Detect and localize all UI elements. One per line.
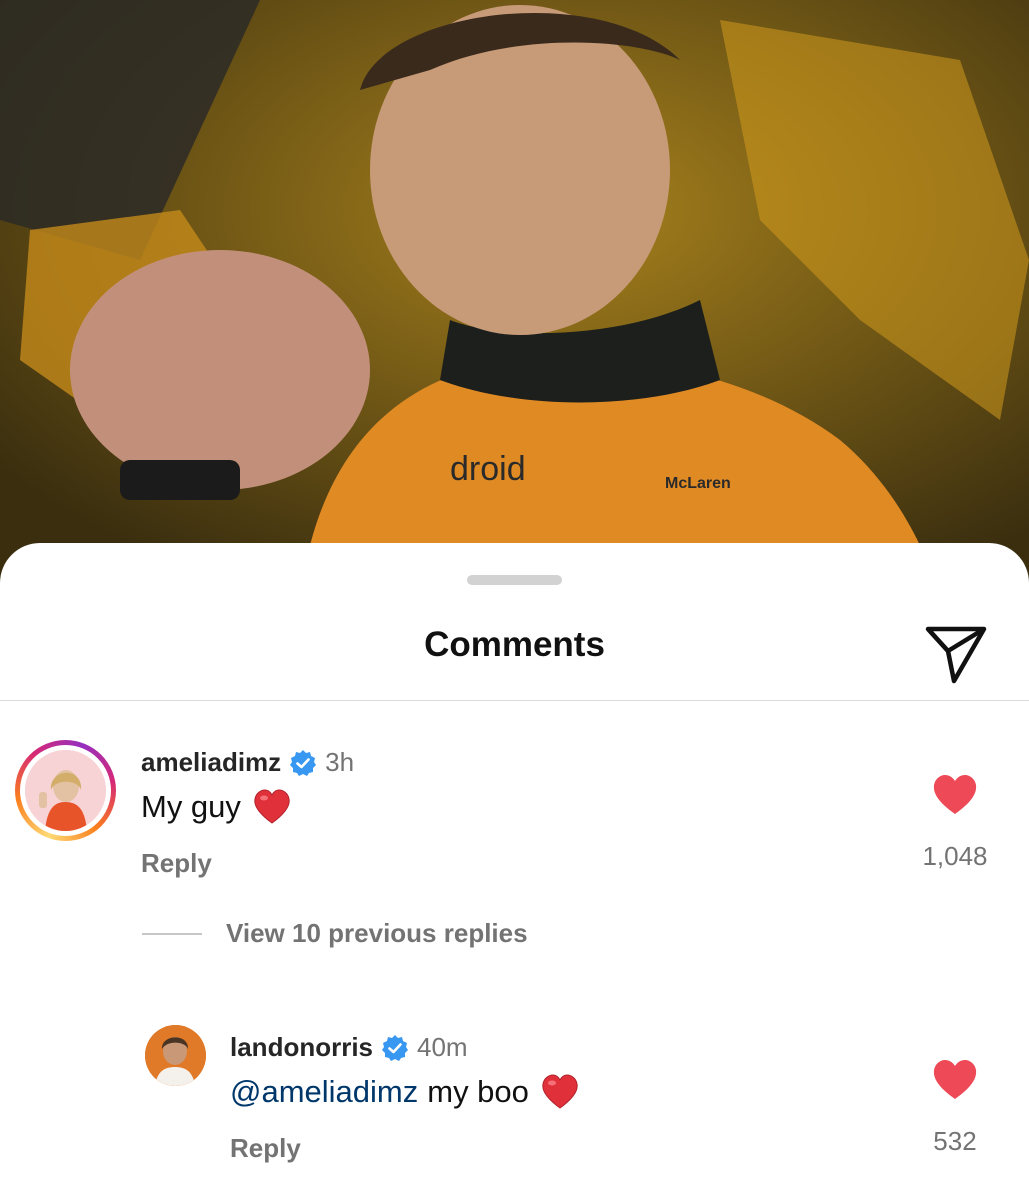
like-button[interactable] bbox=[932, 1059, 978, 1101]
post-photo: droid McLaren bbox=[0, 0, 1029, 600]
avatar[interactable] bbox=[15, 740, 116, 841]
heart-icon bbox=[933, 775, 977, 814]
verified-badge-icon bbox=[381, 1034, 409, 1062]
sheet-title: Comments bbox=[424, 625, 605, 664]
view-previous-replies-button[interactable]: View 10 previous replies bbox=[142, 918, 528, 949]
comment-text: My guy bbox=[141, 789, 291, 825]
sheet-header: Comments bbox=[0, 603, 1029, 701]
avatar-photo bbox=[25, 750, 106, 831]
thread-line bbox=[142, 932, 202, 935]
heart-icon bbox=[933, 1060, 977, 1099]
comment-header: ameliadimz 3h bbox=[141, 747, 354, 778]
username[interactable]: ameliadimz bbox=[141, 747, 281, 778]
verified-badge-icon bbox=[289, 749, 317, 777]
comment-time: 40m bbox=[417, 1032, 468, 1062]
header-divider bbox=[0, 700, 1029, 701]
avatar[interactable] bbox=[145, 1025, 206, 1086]
comment-text-body: my boo bbox=[427, 1074, 529, 1109]
reply-button[interactable]: Reply bbox=[141, 848, 212, 879]
svg-text:droid: droid bbox=[450, 450, 526, 488]
share-button[interactable] bbox=[918, 613, 994, 689]
red-heart-emoji-icon bbox=[253, 789, 291, 825]
sheet-grabber[interactable] bbox=[467, 575, 562, 585]
svg-text:McLaren: McLaren bbox=[665, 475, 731, 492]
view-replies-label: View 10 previous replies bbox=[226, 918, 528, 948]
comment-text-body: My guy bbox=[141, 789, 241, 824]
mention-link[interactable]: @ameliadimz bbox=[230, 1074, 418, 1110]
like-button[interactable] bbox=[932, 774, 978, 816]
red-heart-emoji-icon bbox=[541, 1074, 579, 1110]
avatar-photo bbox=[145, 1025, 206, 1086]
username[interactable]: landonorris bbox=[230, 1032, 373, 1063]
like-count: 1,048 bbox=[922, 841, 988, 871]
reply-button[interactable]: Reply bbox=[230, 1133, 301, 1164]
comments-sheet: Comments ameliadimz 3h My guy Reply 1,04… bbox=[0, 543, 1029, 1200]
post-image: droid McLaren bbox=[0, 0, 1029, 600]
like-count: 532 bbox=[933, 1126, 977, 1156]
comment-time: 3h bbox=[325, 747, 355, 777]
comment-text: @ameliadimz my boo bbox=[230, 1074, 579, 1110]
paper-plane-icon bbox=[925, 626, 987, 684]
comment-header: landonorris 40m bbox=[230, 1032, 468, 1063]
